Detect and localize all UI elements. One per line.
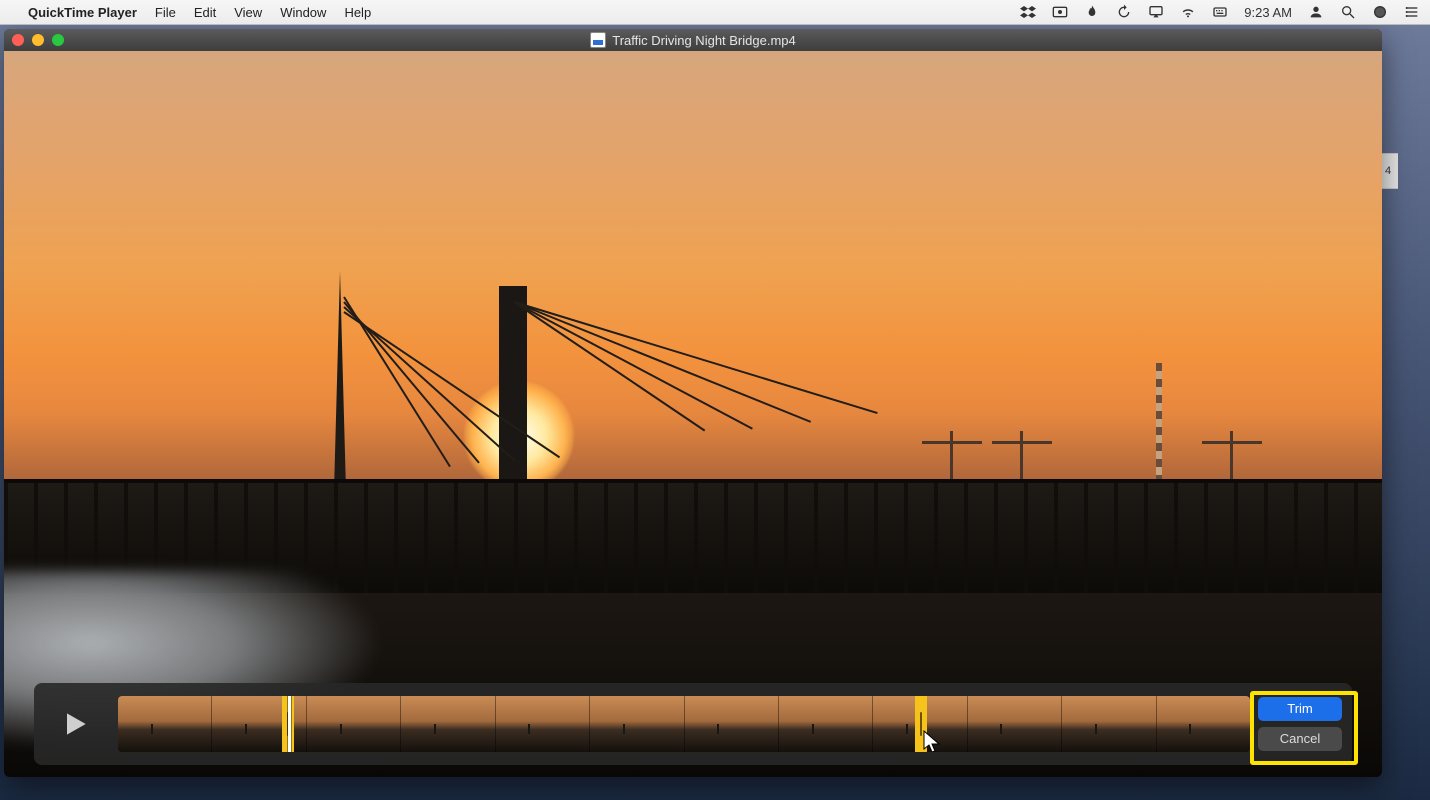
menu-help[interactable]: Help xyxy=(344,5,371,20)
video-frame xyxy=(4,51,1382,777)
timeline-thumbnail[interactable] xyxy=(1061,696,1155,752)
cancel-button[interactable]: Cancel xyxy=(1258,727,1342,751)
timeline-thumbnail[interactable] xyxy=(211,696,305,752)
menu-view[interactable]: View xyxy=(234,5,262,20)
window-title: Traffic Driving Night Bridge.mp4 xyxy=(4,32,1382,48)
play-button[interactable] xyxy=(40,689,110,759)
screen-record-icon[interactable] xyxy=(1052,4,1068,20)
macos-menubar: QuickTime Player File Edit View Window H… xyxy=(0,0,1430,25)
crane-graphic xyxy=(992,431,1052,481)
notification-center-icon[interactable] xyxy=(1404,4,1420,20)
menu-file[interactable]: File xyxy=(155,5,176,20)
trim-button[interactable]: Trim xyxy=(1258,697,1342,721)
timeline-thumbnail[interactable] xyxy=(306,696,400,752)
user-icon[interactable] xyxy=(1308,4,1324,20)
document-icon xyxy=(590,32,606,48)
wifi-icon[interactable] xyxy=(1180,4,1196,20)
dropbox-icon[interactable] xyxy=(1020,4,1036,20)
window-zoom-button[interactable] xyxy=(52,34,64,46)
window-close-button[interactable] xyxy=(12,34,24,46)
timeline-thumbnail[interactable] xyxy=(1156,696,1250,752)
quicktime-window: Traffic Driving Night Bridge.mp4 xyxy=(4,29,1382,777)
smokestack-graphic xyxy=(1156,363,1162,483)
desktop: 4 Traffic Driving Night Bridge.mp4 xyxy=(0,25,1430,800)
trim-timeline[interactable] xyxy=(118,696,1250,752)
menu-window[interactable]: Window xyxy=(280,5,326,20)
app-menu[interactable]: QuickTime Player xyxy=(28,5,137,20)
timeline-thumbnail[interactable] xyxy=(400,696,494,752)
timeline-thumbnail[interactable] xyxy=(872,696,966,752)
siri-icon[interactable] xyxy=(1372,4,1388,20)
menubar-clock[interactable]: 9:23 AM xyxy=(1244,5,1292,20)
backblaze-icon[interactable] xyxy=(1084,4,1100,20)
airplay-icon[interactable] xyxy=(1148,4,1164,20)
timemachine-icon[interactable] xyxy=(1116,4,1132,20)
timeline-thumbnail[interactable] xyxy=(495,696,589,752)
timeline-thumbnail[interactable] xyxy=(684,696,778,752)
timeline-thumbnail[interactable] xyxy=(778,696,872,752)
keyboard-input-icon[interactable] xyxy=(1212,4,1228,20)
spotlight-icon[interactable] xyxy=(1340,4,1356,20)
crane-graphic xyxy=(1202,431,1262,481)
timeline-thumbnail[interactable] xyxy=(967,696,1061,752)
trim-toolbar: Trim Cancel xyxy=(34,683,1352,765)
window-title-text: Traffic Driving Night Bridge.mp4 xyxy=(612,33,796,48)
playhead[interactable] xyxy=(288,696,291,752)
timeline-thumbnail[interactable] xyxy=(589,696,683,752)
video-viewport[interactable]: Trim Cancel xyxy=(4,51,1382,777)
window-titlebar[interactable]: Traffic Driving Night Bridge.mp4 xyxy=(4,29,1382,51)
timeline-thumbnail[interactable] xyxy=(118,696,211,752)
window-minimize-button[interactable] xyxy=(32,34,44,46)
menu-edit[interactable]: Edit xyxy=(194,5,216,20)
crane-graphic xyxy=(922,431,982,481)
